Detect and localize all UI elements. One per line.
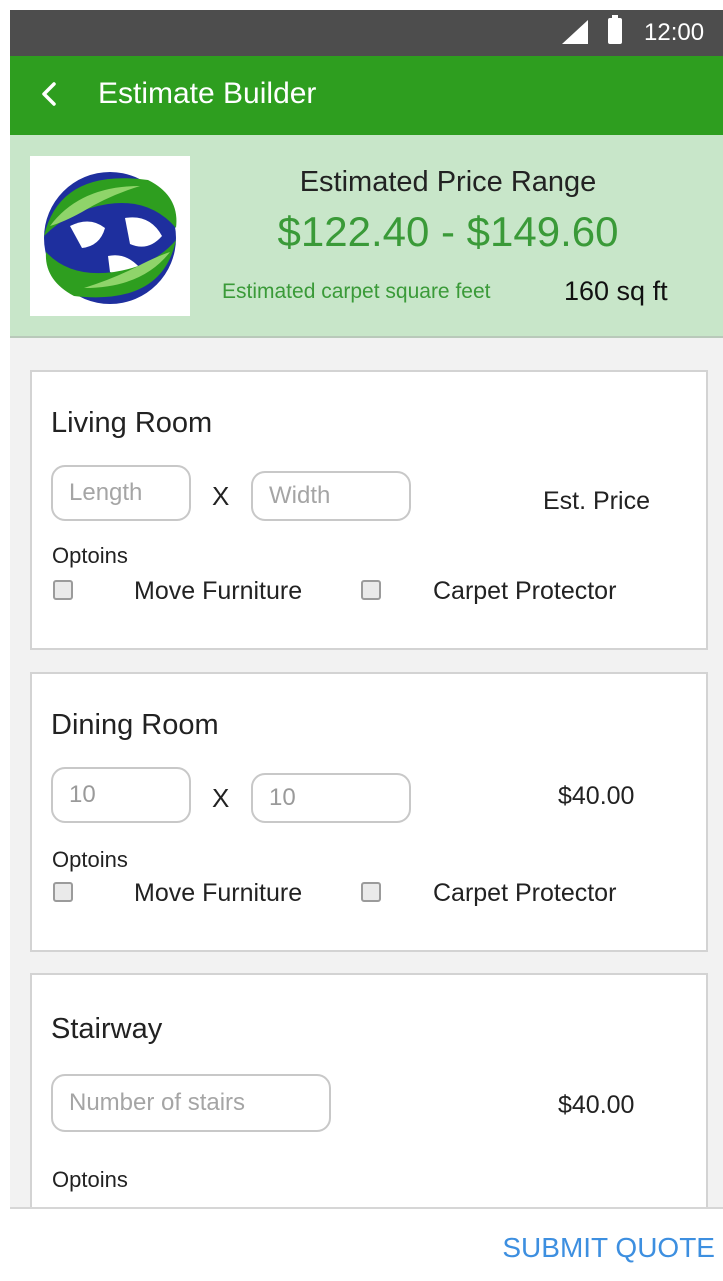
options-label: Optoins bbox=[52, 1167, 128, 1192]
length-input[interactable] bbox=[51, 465, 191, 521]
room-price: Est. Price bbox=[543, 487, 650, 515]
app-bar: Estimate Builder bbox=[10, 56, 723, 135]
width-input[interactable] bbox=[251, 773, 411, 823]
room-title: Living Room bbox=[51, 407, 213, 439]
room-card-living-room: Living Room X Est. Price Optoins Move Fu… bbox=[30, 370, 708, 650]
square-feet-value: 160 sq ft bbox=[564, 276, 668, 306]
battery-icon bbox=[608, 15, 622, 44]
times-symbol: X bbox=[212, 481, 230, 511]
price-range-value: $122.40 - $149.60 bbox=[277, 208, 619, 255]
submit-quote-button[interactable]: SUBMIT QUOTE bbox=[502, 1231, 715, 1265]
estimate-summary: Estimated Price Range $122.40 - $149.60 … bbox=[10, 135, 723, 338]
move-furniture-label: Move Furniture bbox=[134, 879, 303, 907]
room-title: Stairway bbox=[51, 1013, 163, 1045]
screen: 12:00 Estimate Builder Estimated Price R… bbox=[0, 0, 723, 1281]
room-title: Dining Room bbox=[51, 709, 219, 741]
move-furniture-checkbox[interactable] bbox=[53, 882, 73, 902]
room-card-dining-room: Dining Room X $40.00 Optoins Move Furnit… bbox=[30, 672, 708, 952]
square-feet-label: Estimated carpet square feet bbox=[222, 280, 491, 303]
globe-leaf-logo bbox=[44, 172, 177, 304]
back-button[interactable] bbox=[34, 78, 68, 112]
bottom-action-bar: SUBMIT QUOTE bbox=[10, 1207, 723, 1281]
options-label: Optoins bbox=[52, 847, 128, 872]
company-logo bbox=[30, 156, 190, 316]
width-input[interactable] bbox=[251, 471, 411, 521]
chevron-left-icon bbox=[42, 82, 56, 106]
app-frame: 12:00 Estimate Builder Estimated Price R… bbox=[10, 10, 723, 1281]
status-time: 12:00 bbox=[644, 19, 705, 46]
price-range-label: Estimated Price Range bbox=[299, 166, 597, 198]
status-bar: 12:00 bbox=[10, 10, 723, 56]
room-price: $40.00 bbox=[558, 1091, 635, 1119]
carpet-protector-label: Carpet Protector bbox=[433, 577, 617, 605]
room-price: $40.00 bbox=[558, 782, 635, 810]
carpet-protector-checkbox[interactable] bbox=[361, 882, 381, 902]
page-title: Estimate Builder bbox=[98, 77, 317, 110]
carpet-protector-checkbox[interactable] bbox=[361, 580, 381, 600]
times-symbol: X bbox=[212, 783, 230, 813]
move-furniture-label: Move Furniture bbox=[134, 577, 303, 605]
move-furniture-checkbox[interactable] bbox=[53, 580, 73, 600]
length-input[interactable] bbox=[51, 767, 191, 823]
carpet-protector-label: Carpet Protector bbox=[433, 879, 617, 907]
stairs-input[interactable] bbox=[51, 1074, 331, 1132]
signal-icon bbox=[562, 20, 588, 44]
options-label: Optoins bbox=[52, 543, 128, 568]
